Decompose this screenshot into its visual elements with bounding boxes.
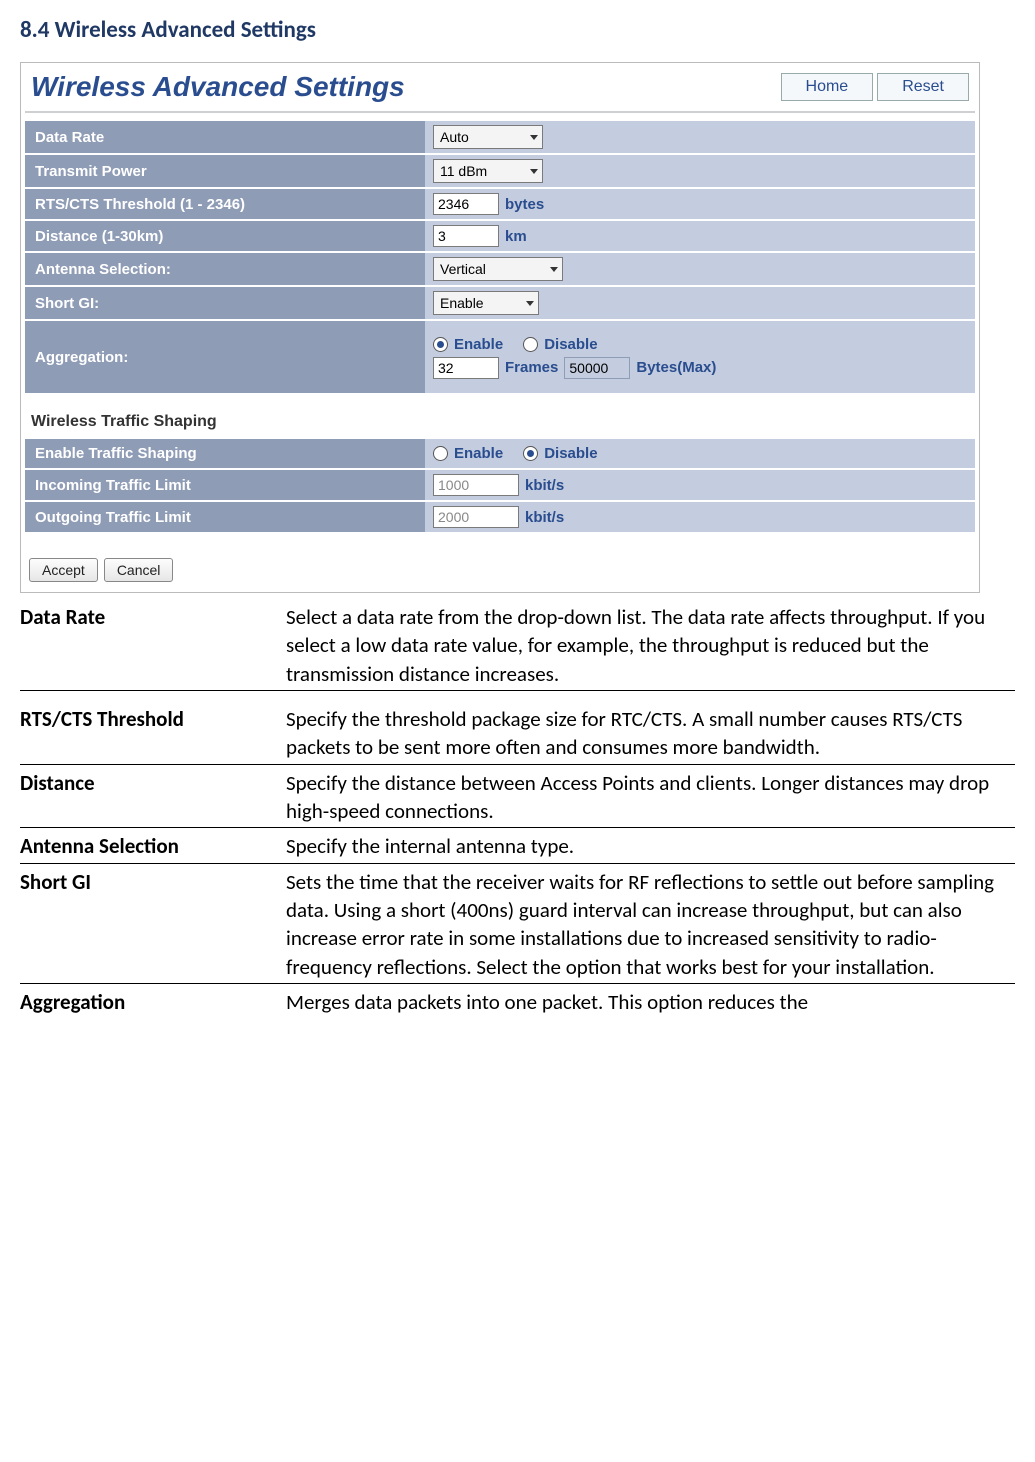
data-rate-select[interactable]: Auto — [433, 125, 543, 149]
panel-title: Wireless Advanced Settings — [31, 71, 405, 103]
desc-text: Select a data rate from the drop-down li… — [286, 599, 1015, 691]
label-enable-traffic: Enable Traffic Shaping — [25, 437, 425, 468]
label-antenna: Antenna Selection: — [25, 251, 425, 285]
desc-term: RTS/CTS Threshold — [20, 701, 286, 764]
rts-cts-unit: bytes — [505, 196, 544, 213]
row-incoming: Incoming Traffic Limit kbit/s — [25, 468, 975, 500]
outgoing-unit: kbit/s — [525, 509, 564, 526]
row-outgoing: Outgoing Traffic Limit kbit/s — [25, 500, 975, 532]
reset-button[interactable]: Reset — [877, 73, 969, 101]
desc-term: Data Rate — [20, 599, 286, 691]
chevron-down-icon — [530, 135, 538, 140]
distance-unit: km — [505, 228, 527, 245]
description-table: Data Rate Select a data rate from the dr… — [20, 599, 1015, 1018]
desc-row-data-rate: Data Rate Select a data rate from the dr… — [20, 599, 1015, 691]
label-rts-cts: RTS/CTS Threshold (1 - 2346) — [25, 187, 425, 219]
aggregation-frames-unit: Frames — [505, 359, 558, 376]
desc-row-rts: RTS/CTS Threshold Specify the threshold … — [20, 701, 1015, 764]
aggregation-enable-radio[interactable] — [433, 337, 448, 352]
accept-button[interactable]: Accept — [29, 558, 98, 582]
incoming-input[interactable] — [433, 474, 519, 496]
short-gi-value: Enable — [440, 295, 484, 311]
label-tx-power: Transmit Power — [25, 153, 425, 187]
antenna-select[interactable]: Vertical — [433, 257, 563, 281]
desc-row-short-gi: Short GI Sets the time that the receiver… — [20, 863, 1015, 983]
desc-term: Antenna Selection — [20, 828, 286, 863]
row-data-rate: Data Rate Auto — [25, 119, 975, 153]
aggregation-bytes-input[interactable] — [564, 357, 630, 379]
panel-tabs: Home Reset — [781, 73, 969, 101]
antenna-value: Vertical — [440, 261, 486, 277]
rts-cts-input[interactable] — [433, 193, 499, 215]
desc-row-aggregation: Aggregation Merges data packets into one… — [20, 984, 1015, 1019]
label-aggregation: Aggregation: — [25, 319, 425, 393]
label-short-gi: Short GI: — [25, 285, 425, 319]
desc-text: Merges data packets into one packet. Thi… — [286, 984, 1015, 1019]
row-distance: Distance (1-30km) km — [25, 219, 975, 251]
incoming-unit: kbit/s — [525, 477, 564, 494]
tx-power-select[interactable]: 11 dBm — [433, 159, 543, 183]
row-antenna: Antenna Selection: Vertical — [25, 251, 975, 285]
aggregation-disable-label: Disable — [544, 336, 597, 353]
aggregation-frames-input[interactable] — [433, 357, 499, 379]
row-tx-power: Transmit Power 11 dBm — [25, 153, 975, 187]
outgoing-input[interactable] — [433, 506, 519, 528]
footer-buttons: Accept Cancel — [25, 532, 975, 588]
desc-row-antenna: Antenna Selection Specify the internal a… — [20, 828, 1015, 863]
panel-header: Wireless Advanced Settings Home Reset — [25, 67, 975, 113]
traffic-enable-label: Enable — [454, 445, 503, 462]
tx-power-value: 11 dBm — [440, 163, 487, 179]
row-rts-cts: RTS/CTS Threshold (1 - 2346) bytes — [25, 187, 975, 219]
chevron-down-icon — [530, 169, 538, 174]
row-enable-traffic: Enable Traffic Shaping Enable Disable — [25, 437, 975, 468]
section-heading: 8.4 Wireless Advanced Settings — [20, 16, 1015, 44]
desc-term: Aggregation — [20, 984, 286, 1019]
aggregation-enable-label: Enable — [454, 336, 503, 353]
traffic-disable-radio[interactable] — [523, 446, 538, 461]
traffic-shaping-heading: Wireless Traffic Shaping — [25, 393, 975, 437]
aggregation-bytes-unit: Bytes(Max) — [636, 359, 716, 376]
row-aggregation: Aggregation: Enable Disable Frames Bytes… — [25, 319, 975, 393]
desc-text: Specify the threshold package size for R… — [286, 701, 1015, 764]
desc-text: Specify the distance between Access Poin… — [286, 764, 1015, 828]
label-distance: Distance (1-30km) — [25, 219, 425, 251]
short-gi-select[interactable]: Enable — [433, 291, 539, 315]
row-short-gi: Short GI: Enable — [25, 285, 975, 319]
traffic-enable-radio[interactable] — [433, 446, 448, 461]
cancel-button[interactable]: Cancel — [104, 558, 174, 582]
data-rate-value: Auto — [440, 129, 469, 145]
desc-term: Distance — [20, 764, 286, 828]
desc-row-distance: Distance Specify the distance between Ac… — [20, 764, 1015, 828]
desc-text: Sets the time that the receiver waits fo… — [286, 863, 1015, 983]
settings-panel: Wireless Advanced Settings Home Reset Da… — [20, 62, 980, 593]
label-data-rate: Data Rate — [25, 119, 425, 153]
desc-term: Short GI — [20, 863, 286, 983]
home-button[interactable]: Home — [781, 73, 874, 101]
chevron-down-icon — [526, 301, 534, 306]
distance-input[interactable] — [433, 225, 499, 247]
label-incoming: Incoming Traffic Limit — [25, 468, 425, 500]
label-outgoing: Outgoing Traffic Limit — [25, 500, 425, 532]
aggregation-disable-radio[interactable] — [523, 337, 538, 352]
desc-text: Specify the internal antenna type. — [286, 828, 1015, 863]
traffic-disable-label: Disable — [544, 445, 597, 462]
chevron-down-icon — [550, 267, 558, 272]
